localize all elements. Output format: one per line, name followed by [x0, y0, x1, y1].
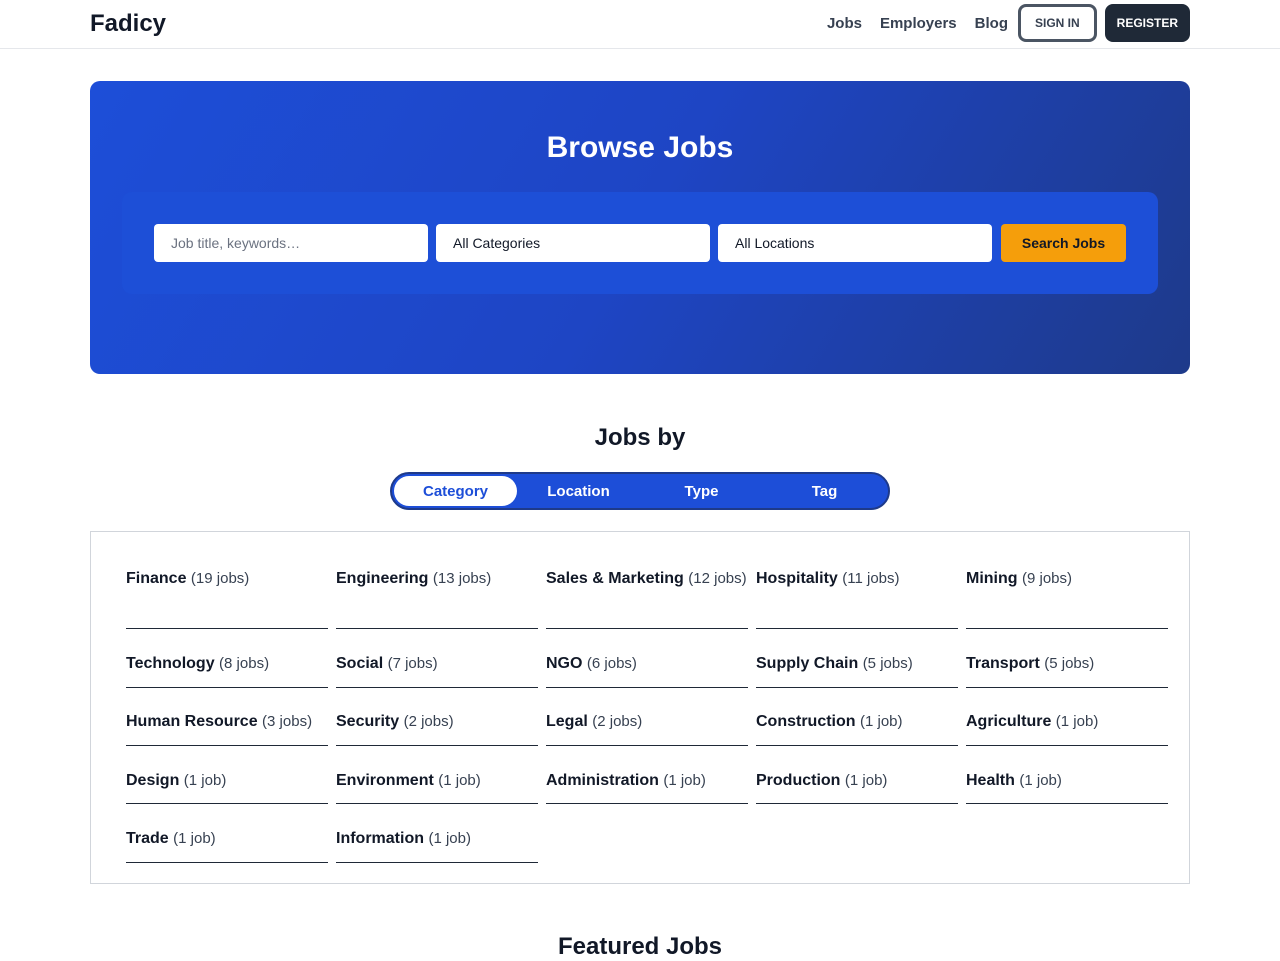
category-count: (5 jobs)	[1044, 655, 1095, 672]
category-item[interactable]: Finance (19 jobs)	[126, 566, 328, 629]
category-item[interactable]: Health (1 job)	[966, 768, 1168, 804]
category-count: (1 job)	[438, 772, 481, 789]
category-item[interactable]: Information (1 job)	[336, 826, 538, 863]
sign-in-button[interactable]: SIGN IN	[1017, 4, 1097, 42]
featured-jobs-title: Featured Jobs	[557, 933, 723, 960]
search-panel: Job title, keywords… All Categories All …	[122, 192, 1158, 294]
category-count: (5 jobs)	[862, 655, 913, 672]
category-count: (1 job)	[663, 772, 706, 789]
category-name: Human Resource	[126, 713, 258, 730]
category-item[interactable]: Mining (9 jobs)	[966, 566, 1168, 629]
tab-category[interactable]: Category	[394, 476, 517, 506]
category-count: (7 jobs)	[387, 655, 438, 672]
keyword-search-input[interactable]: Job title, keywords…	[154, 224, 428, 262]
category-name: Health	[966, 772, 1015, 789]
category-item[interactable]: Engineering (13 jobs)	[336, 566, 538, 629]
category-name: Security	[336, 713, 400, 730]
category-name: Information	[336, 830, 424, 847]
jobs-by-title: Jobs by	[594, 424, 686, 451]
category-grid: Finance (19 jobs) Engineering (13 jobs) …	[90, 531, 1190, 884]
category-name: Production	[756, 772, 841, 789]
category-name: Mining	[966, 570, 1018, 587]
brand-logo[interactable]: Fadicy	[90, 10, 166, 38]
category-item[interactable]: Administration (1 job)	[546, 768, 748, 804]
category-count: (1 job)	[183, 772, 227, 789]
main-nav: Jobs Employers Blog SIGN IN REGISTER	[827, 4, 1190, 42]
category-count: (1 job)	[860, 713, 903, 730]
category-name: NGO	[546, 655, 583, 672]
category-name: Social	[336, 655, 384, 672]
category-name: Construction	[756, 713, 856, 730]
category-name: Environment	[336, 772, 434, 789]
category-name: Engineering	[336, 570, 429, 587]
category-item[interactable]: Human Resource (3 jobs)	[126, 709, 328, 746]
category-item[interactable]: Agriculture (1 job)	[966, 709, 1168, 746]
nav-jobs-link[interactable]: Jobs	[827, 15, 862, 32]
category-count: (1 job)	[1055, 713, 1099, 730]
category-count: (2 jobs)	[592, 713, 643, 730]
category-item[interactable]: Supply Chain (5 jobs)	[756, 651, 958, 688]
hero-title: Browse Jobs	[546, 131, 734, 164]
category-count: (1 job)	[173, 830, 216, 847]
nav-employers-link[interactable]: Employers	[880, 15, 957, 32]
category-item[interactable]: Legal (2 jobs)	[546, 709, 748, 746]
category-item[interactable]: Design (1 job)	[126, 768, 328, 804]
category-name: Legal	[546, 713, 588, 730]
category-item[interactable]: Trade (1 job)	[126, 826, 328, 863]
category-item[interactable]: Security (2 jobs)	[336, 709, 538, 746]
category-name: Technology	[126, 655, 215, 672]
category-count: (11 jobs)	[842, 570, 900, 587]
top-navbar: Fadicy Jobs Employers Blog SIGN IN REGIS…	[0, 0, 1280, 49]
category-count: (3 jobs)	[262, 713, 313, 730]
category-name: Finance	[126, 570, 187, 587]
category-item[interactable]: Production (1 job)	[756, 768, 958, 804]
location-select[interactable]: All Locations	[718, 224, 992, 262]
category-item[interactable]: Social (7 jobs)	[336, 651, 538, 688]
category-name: Sales & Marketing	[546, 570, 684, 587]
category-name: Design	[126, 772, 180, 789]
category-item[interactable]: Sales & Marketing (12 jobs)	[546, 566, 748, 629]
category-count: (8 jobs)	[219, 655, 270, 672]
category-count: (9 jobs)	[1022, 570, 1073, 587]
category-count: (1 job)	[844, 772, 888, 789]
category-name: Administration	[546, 772, 659, 789]
category-count: (1 job)	[428, 830, 471, 847]
category-count: (6 jobs)	[586, 655, 637, 672]
category-count: (1 job)	[1019, 772, 1062, 789]
category-name: Agriculture	[966, 713, 1052, 730]
category-item[interactable]: NGO (6 jobs)	[546, 651, 748, 688]
hero-banner: Browse Jobs Job title, keywords… All Cat…	[90, 81, 1190, 374]
category-name: Supply Chain	[756, 655, 859, 672]
category-item[interactable]: Hospitality (11 jobs)	[756, 566, 958, 629]
category-name: Transport	[966, 655, 1040, 672]
category-item[interactable]: Transport (5 jobs)	[966, 651, 1168, 688]
category-item[interactable]: Environment (1 job)	[336, 768, 538, 804]
category-item[interactable]: Technology (8 jobs)	[126, 651, 328, 688]
tab-type[interactable]: Type	[640, 476, 763, 506]
tab-tag[interactable]: Tag	[763, 476, 886, 506]
category-select[interactable]: All Categories	[436, 224, 710, 262]
category-count: (12 jobs)	[688, 570, 747, 587]
category-name: Hospitality	[756, 570, 838, 587]
category-count: (19 jobs)	[190, 570, 250, 587]
search-jobs-button[interactable]: Search Jobs	[1001, 224, 1126, 262]
category-name: Trade	[126, 830, 169, 847]
category-count: (13 jobs)	[432, 570, 492, 587]
nav-blog-link[interactable]: Blog	[975, 15, 1008, 32]
register-button[interactable]: REGISTER	[1104, 4, 1190, 42]
category-count: (2 jobs)	[403, 713, 454, 730]
tab-location[interactable]: Location	[517, 476, 640, 506]
jobs-by-tabs: Category Location Type Tag	[390, 472, 890, 510]
category-item[interactable]: Construction (1 job)	[756, 709, 958, 746]
